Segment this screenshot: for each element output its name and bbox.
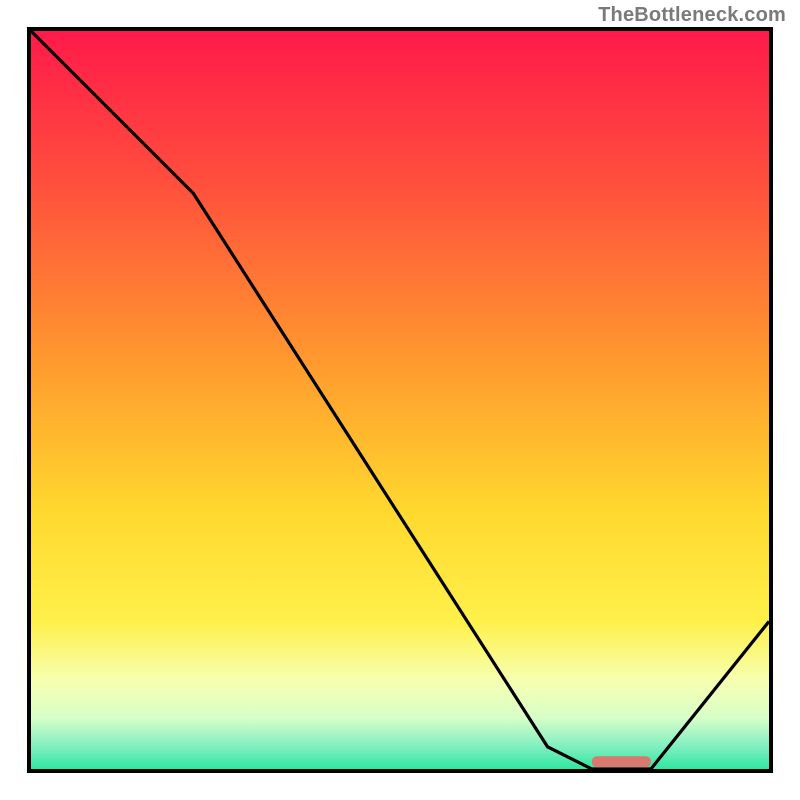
chart-svg bbox=[31, 31, 769, 769]
optimal-range-marker bbox=[592, 756, 651, 767]
chart-frame bbox=[27, 27, 773, 773]
attribution-text: TheBottleneck.com bbox=[598, 4, 786, 27]
